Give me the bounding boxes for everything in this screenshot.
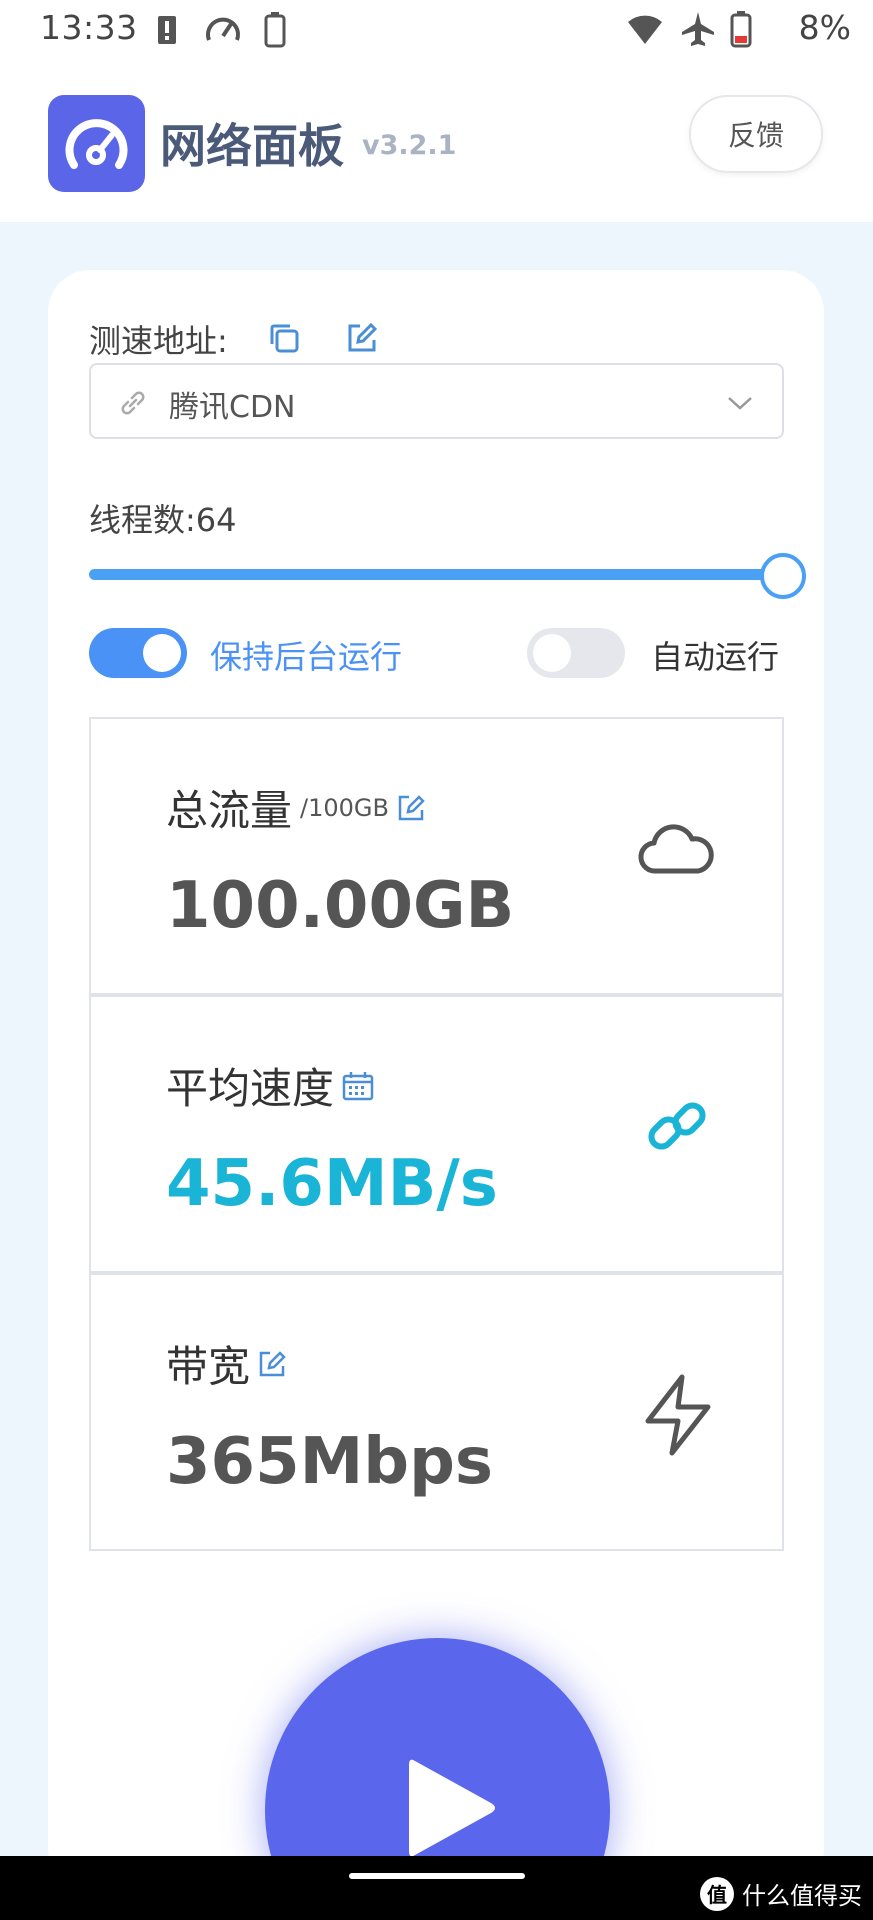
bandwidth-label: 带宽 — [166, 1342, 251, 1391]
bandwidth-card: 带宽 365Mbps — [89, 1273, 784, 1551]
calendar-icon[interactable] — [342, 1071, 374, 1101]
bandwidth-title: 带宽 — [166, 1333, 286, 1394]
app-header: 网络面板 v3.2.1 反馈 — [0, 62, 873, 222]
edit-icon[interactable] — [346, 322, 378, 354]
auto-run-toggle[interactable] — [527, 628, 625, 678]
chevron-down-icon — [728, 397, 752, 410]
speedometer-icon — [206, 17, 240, 41]
app-title: 网络面板 — [160, 119, 344, 173]
total-traffic-value: 100.00GB — [166, 869, 515, 943]
average-speed-value: 45.6MB/s — [166, 1147, 498, 1221]
average-speed-label: 平均速度 — [166, 1064, 335, 1113]
watermark-logo: 值 — [700, 1876, 734, 1911]
cloud-icon — [638, 824, 714, 874]
battery-icon — [730, 11, 752, 48]
background-run-label: 保持后台运行 — [210, 638, 403, 676]
copy-icon[interactable] — [268, 322, 300, 354]
feedback-button[interactable]: 反馈 — [689, 95, 823, 173]
total-traffic-limit: /100GB — [300, 793, 389, 822]
watermark: 值 什么值得买 — [700, 1876, 862, 1911]
threads-slider-track[interactable] — [89, 569, 784, 580]
bandwidth-value: 365Mbps — [166, 1425, 493, 1499]
lightning-icon — [645, 1374, 711, 1456]
app-logo — [48, 95, 145, 192]
airplane-icon — [682, 12, 714, 46]
link-chain-icon — [648, 1102, 706, 1150]
status-bar: 13:33 8% — [0, 0, 873, 62]
speedometer-logo-icon — [65, 119, 128, 169]
total-traffic-title: 总流量/100GB — [166, 777, 425, 838]
edit-icon[interactable] — [258, 1350, 286, 1378]
watermark-text: 什么值得买 — [742, 1882, 862, 1910]
url-select-value: 腾讯CDN — [169, 390, 296, 425]
status-time: 13:33 — [40, 8, 138, 47]
threads-slider-handle[interactable] — [760, 553, 806, 599]
average-speed-card: 平均速度 45.6MB/s — [89, 995, 784, 1273]
average-speed-title: 平均速度 — [166, 1055, 374, 1116]
background-run-toggle[interactable] — [89, 628, 187, 678]
total-traffic-card: 总流量/100GB 100.00GB — [89, 717, 784, 995]
home-indicator[interactable] — [349, 1873, 525, 1879]
edit-icon[interactable] — [397, 794, 425, 822]
toggle-knob — [143, 634, 181, 672]
alert-icon — [158, 16, 176, 44]
url-select[interactable]: 腾讯CDN — [89, 363, 784, 439]
app-version: v3.2.1 — [362, 130, 457, 161]
play-icon — [409, 1759, 495, 1857]
threads-label: 线程数:64 — [89, 501, 237, 539]
toggle-knob — [533, 634, 571, 672]
battery-percent: 8% — [798, 8, 851, 47]
total-traffic-label: 总流量 — [166, 786, 293, 835]
link-icon — [121, 391, 145, 415]
auto-run-label: 自动运行 — [651, 638, 780, 676]
battery-small-icon — [264, 12, 286, 48]
wifi-icon — [628, 15, 662, 44]
url-label: 测速地址: — [89, 322, 228, 360]
